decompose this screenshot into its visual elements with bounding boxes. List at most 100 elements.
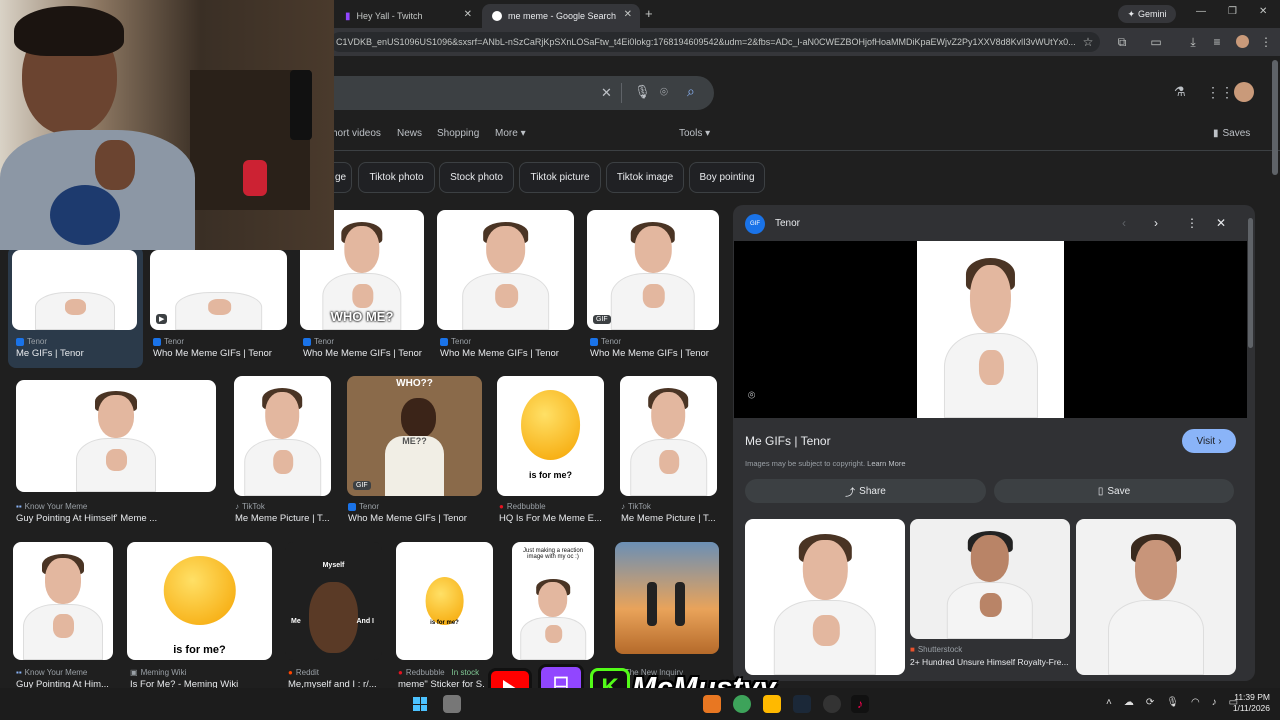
labs-flask-icon[interactable]: ⚗: [1174, 84, 1186, 100]
panel-scrollbar[interactable]: [1248, 218, 1253, 348]
save-button[interactable]: ▯ Save: [994, 479, 1234, 503]
result-thumbnail[interactable]: Just making a reaction image with my oc …: [512, 542, 594, 660]
extensions-icon[interactable]: ⧉: [1112, 28, 1132, 56]
lens-search-icon[interactable]: ⌾: [748, 388, 755, 403]
volume-icon[interactable]: ♪: [1212, 697, 1217, 708]
wifi-icon[interactable]: ◠: [1191, 697, 1200, 708]
visit-button[interactable]: Visit ›: [1182, 429, 1236, 453]
result-thumbnail[interactable]: [437, 210, 574, 330]
saves-label: Saves: [1222, 128, 1251, 139]
close-window-icon[interactable]: ✕: [1259, 6, 1267, 17]
result-title[interactable]: HQ Is For Me Meme E...: [499, 513, 604, 524]
result-thumbnail[interactable]: GIF: [587, 210, 719, 330]
result-title[interactable]: Me GIFs | Tenor: [16, 348, 136, 359]
tab-twitch[interactable]: ▮ Hey Yall - Twitch ✕: [335, 4, 480, 28]
result-thumbnail[interactable]: [13, 542, 113, 660]
result-source: ▪▪ Know Your Meme: [16, 502, 88, 511]
result-thumbnail[interactable]: Myself Me And I: [285, 542, 382, 660]
result-title[interactable]: Who Me Meme GIFs | Tenor: [303, 348, 425, 359]
result-title[interactable]: Who Me Meme GIFs | Tenor: [440, 348, 575, 359]
result-thumbnail[interactable]: [234, 376, 331, 496]
result-title[interactable]: Guy Pointing At Himself' Meme ...: [16, 513, 216, 524]
onedrive-icon[interactable]: ☁: [1124, 697, 1134, 708]
reading-list-icon[interactable]: ≡: [1207, 28, 1227, 56]
related-image[interactable]: [745, 519, 905, 675]
windows-start-icon[interactable]: [413, 697, 427, 711]
lens-camera-icon[interactable]: ⌾: [660, 84, 668, 100]
address-bar[interactable]: C1VDKB_enUS1096US1096&sxsrf=ANbL-nSzCaRj…: [330, 32, 1100, 52]
result-thumbnail[interactable]: [16, 380, 216, 492]
new-tab-button[interactable]: +: [645, 6, 653, 21]
tab-label: Hey Yall - Twitch: [356, 11, 423, 21]
result-thumbnail[interactable]: is for me?: [396, 542, 493, 660]
nav-shopping[interactable]: Shopping: [437, 128, 479, 139]
mic-icon[interactable]: 🎙: [1166, 697, 1179, 708]
result-thumbnail[interactable]: [12, 250, 137, 330]
more-options-icon[interactable]: ⋮: [1186, 216, 1198, 230]
nav-tools[interactable]: Tools ▾: [679, 128, 710, 139]
result-thumbnail[interactable]: WHO?? ME?? GIF: [347, 376, 482, 496]
close-tab-icon[interactable]: ✕: [624, 9, 632, 20]
account-avatar[interactable]: [1234, 82, 1254, 102]
microphone-icon[interactable]: 🎙: [634, 84, 651, 100]
meme-caption: WHO ME?: [330, 309, 394, 324]
chip-stock-photo[interactable]: Stock photo: [439, 162, 514, 193]
taskbar-app-icon[interactable]: [763, 695, 781, 713]
result-thumbnail[interactable]: ▶: [150, 250, 287, 330]
close-panel-icon[interactable]: ✕: [1216, 216, 1226, 230]
share-button[interactable]: ⤴ Share: [745, 479, 986, 503]
tiktok-taskbar-icon[interactable]: ♪: [851, 695, 869, 713]
learn-more-link[interactable]: Learn More: [867, 459, 905, 468]
nav-news[interactable]: News: [397, 128, 422, 139]
cast-icon[interactable]: ▭: [1146, 28, 1166, 56]
bookmark-star-icon[interactable]: ☆: [1078, 28, 1098, 56]
result-thumbnail[interactable]: is for me?: [127, 542, 272, 660]
taskview-icon[interactable]: [443, 695, 461, 713]
clear-search-icon[interactable]: ✕: [601, 85, 612, 101]
related-title[interactable]: 2+ Hundred Unsure Himself Royalty-Fre...: [910, 657, 1072, 667]
twitch-icon: ▮: [345, 10, 351, 22]
menu-kebab-icon[interactable]: ⋮: [1256, 28, 1276, 56]
result-title[interactable]: Me Meme Picture | T...: [235, 513, 333, 524]
previous-icon[interactable]: ‹: [1122, 216, 1126, 230]
chip-tiktok-picture[interactable]: Tiktok picture: [519, 162, 601, 193]
preview-image[interactable]: [917, 241, 1064, 418]
maximize-icon[interactable]: ❐: [1228, 6, 1237, 17]
panel-title[interactable]: Me GIFs | Tenor: [745, 434, 831, 448]
download-icon[interactable]: ⤓: [1183, 28, 1203, 56]
nav-short-videos[interactable]: hort videos: [332, 128, 381, 139]
chevron-up-icon[interactable]: ˄: [1106, 697, 1112, 708]
related-image[interactable]: [1076, 519, 1236, 675]
result-thumbnail[interactable]: [615, 542, 719, 654]
result-thumbnail[interactable]: is for me?: [497, 376, 604, 496]
page-scrollbar[interactable]: [1272, 60, 1278, 175]
chip-boy-pointing[interactable]: Boy pointing: [689, 162, 765, 193]
saves-link[interactable]: ▮ Saves: [1213, 128, 1250, 139]
nav-more[interactable]: More ▾: [495, 128, 526, 139]
result-title[interactable]: Me Meme Picture | T...: [621, 513, 719, 524]
next-icon[interactable]: ›: [1154, 216, 1158, 230]
steam-icon[interactable]: [793, 695, 811, 713]
tab-google-search[interactable]: me meme - Google Search ✕: [482, 4, 640, 28]
profile-avatar[interactable]: [1236, 35, 1249, 48]
network-icon[interactable]: ⟳: [1146, 697, 1154, 708]
gemini-button[interactable]: ✦ Gemini: [1118, 5, 1176, 23]
taskbar-app-icon[interactable]: [703, 695, 721, 713]
panel-source[interactable]: Tenor: [775, 218, 800, 229]
result-title[interactable]: Who Me Meme GIFs | Tenor: [153, 348, 288, 359]
search-icon[interactable]: ⌕: [687, 83, 695, 100]
result-title[interactable]: Who Me Meme GIFs | Tenor: [590, 348, 720, 359]
chip-tiktok-image[interactable]: Tiktok image: [606, 162, 684, 193]
result-title[interactable]: Who Me Meme GIFs | Tenor: [348, 513, 483, 524]
related-image[interactable]: [910, 519, 1070, 639]
chrome-icon[interactable]: [733, 695, 751, 713]
close-tab-icon[interactable]: ✕: [464, 9, 472, 20]
minimize-icon[interactable]: —: [1196, 6, 1206, 17]
chip-tiktok-photo[interactable]: Tiktok photo: [358, 162, 435, 193]
result-thumbnail[interactable]: [620, 376, 717, 496]
search-input[interactable]: [320, 76, 714, 110]
apps-grid-icon[interactable]: ⋮⋮: [1206, 84, 1234, 101]
obs-icon[interactable]: [823, 695, 841, 713]
meme-caption: WHO??: [396, 378, 433, 389]
clock[interactable]: 11:39 PM 1/11/2026: [1228, 692, 1270, 714]
